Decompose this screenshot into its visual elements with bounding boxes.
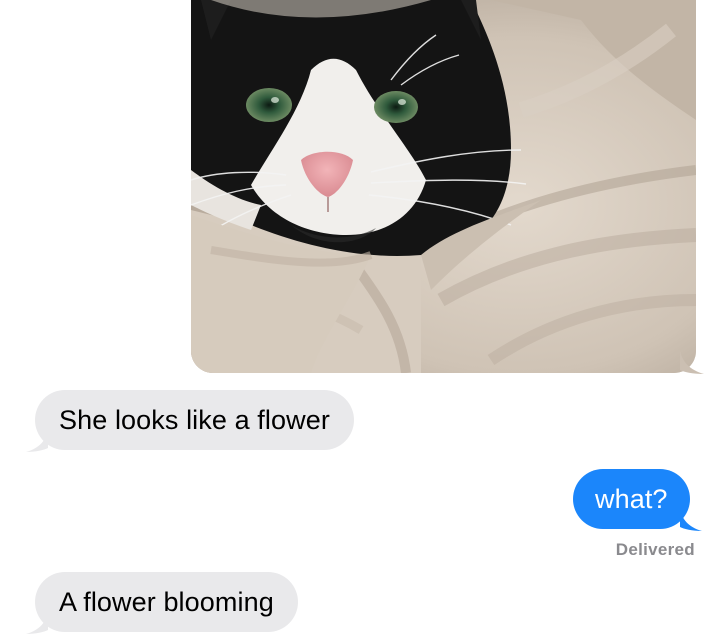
- message-thread: She looks like a flower what? Delivered …: [0, 0, 725, 640]
- delivery-status: Delivered: [615, 540, 695, 559]
- message-text: what?: [595, 484, 668, 514]
- received-message-bubble[interactable]: A flower blooming: [35, 572, 298, 632]
- photo-bubble-tail: [680, 350, 704, 374]
- cat-photo-image: [191, 0, 696, 373]
- message-text: She looks like a flower: [59, 405, 330, 435]
- received-bubble-tail: [26, 612, 48, 634]
- cat-photo-message[interactable]: [191, 0, 696, 373]
- sent-message-bubble[interactable]: what?: [573, 469, 690, 529]
- received-bubble-tail: [26, 430, 48, 452]
- received-message-bubble[interactable]: She looks like a flower: [35, 390, 354, 450]
- message-text: A flower blooming: [59, 587, 274, 617]
- sent-bubble-tail: [680, 509, 702, 531]
